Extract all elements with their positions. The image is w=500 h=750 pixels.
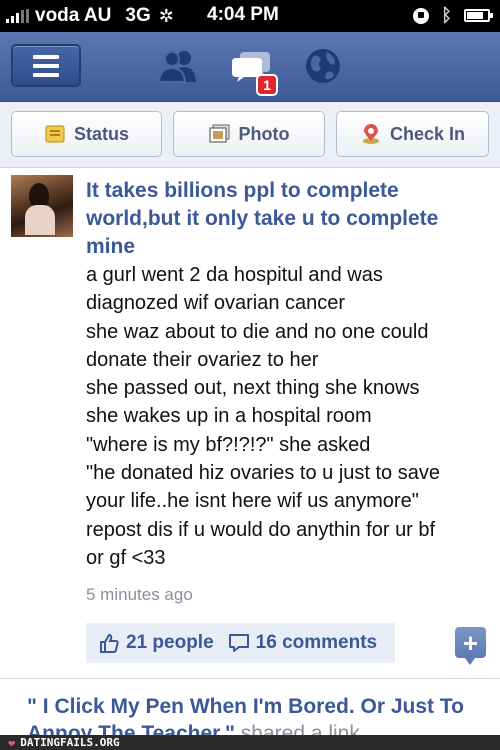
story-body: a gurl went 2 da hospitul and was diagno… (86, 261, 496, 572)
menu-button[interactable] (11, 44, 81, 87)
story-title[interactable]: It takes billions ppl to complete world,… (86, 177, 486, 261)
photo-icon (209, 124, 229, 143)
avatar[interactable] (11, 175, 73, 237)
comment-bubble-icon (228, 634, 249, 652)
clock: 4:04 PM (207, 4, 279, 25)
photo-label: Photo (238, 123, 290, 144)
composer-action-bar: Status Photo Check In (0, 102, 500, 168)
story-body-line: she passed out, next thing she knows (86, 377, 420, 400)
carrier-name: voda AU (35, 5, 112, 26)
comments-count[interactable]: 16 comments (228, 632, 377, 654)
friend-requests-icon[interactable] (156, 48, 200, 84)
status-bar: voda AU 3G ✲ 4:04 PM ᛒ (0, 0, 500, 32)
story-body-line: repost dis if u would do anythin for ur … (86, 518, 436, 541)
bluetooth-icon: ᛒ (441, 5, 452, 25)
story-body-line: donate their ovariez to her (86, 348, 319, 371)
check-in-button[interactable]: Check In (336, 111, 489, 157)
story-body-line: or gf <33 (86, 546, 166, 569)
watermark-text: DATINGFAILS.ORG (20, 736, 120, 749)
heart-logo-icon: ❤ (8, 735, 16, 750)
location-pin-icon (362, 124, 379, 144)
story-body-line: she waz about to die and no one could (86, 320, 429, 343)
signal-strength-icon (6, 9, 29, 23)
story-timestamp[interactable]: 5 minutes ago (86, 585, 193, 605)
notification-badge: 1 (256, 74, 278, 96)
orientation-lock-icon (413, 7, 430, 24)
add-comment-button[interactable]: + (455, 627, 486, 665)
story-divider (0, 678, 500, 679)
comments-label: 16 comments (255, 632, 378, 653)
story-body-line: she wakes up in a hospital room (86, 405, 372, 428)
status-note-icon (45, 125, 65, 143)
site-watermark: ❤ DATINGFAILS.ORG (0, 735, 500, 750)
network-type: 3G (125, 5, 151, 26)
news-feed-story: It takes billions ppl to complete world,… (0, 168, 500, 688)
story-body-line: "where is my bf?!?!?" she asked (86, 433, 371, 456)
check-in-label: Check In (389, 123, 466, 144)
notifications-globe-icon[interactable] (303, 46, 343, 86)
thumbs-up-icon (100, 633, 119, 653)
menu-icon (33, 54, 59, 59)
status-label: Status (73, 123, 129, 144)
likes-label: 21 people (126, 632, 214, 653)
battery-icon (464, 9, 493, 22)
top-nav-bar: 1 (0, 32, 500, 102)
story-body-line: diagnozed wif ovarian cancer (86, 292, 346, 315)
feedback-bar[interactable]: 21 people 16 comments (86, 623, 395, 663)
likes-count[interactable]: 21 people (98, 632, 214, 654)
photo-button[interactable]: Photo (173, 111, 325, 157)
story-body-line: a gurl went 2 da hospitul and was (86, 264, 383, 286)
story-body-line: "he donated hiz ovaries to u just to sav… (86, 462, 440, 485)
status-button[interactable]: Status (11, 111, 162, 157)
story-body-line: your life..he isnt here wif us anymore" (86, 490, 419, 513)
activity-spinner-icon: ✲ (158, 5, 174, 26)
